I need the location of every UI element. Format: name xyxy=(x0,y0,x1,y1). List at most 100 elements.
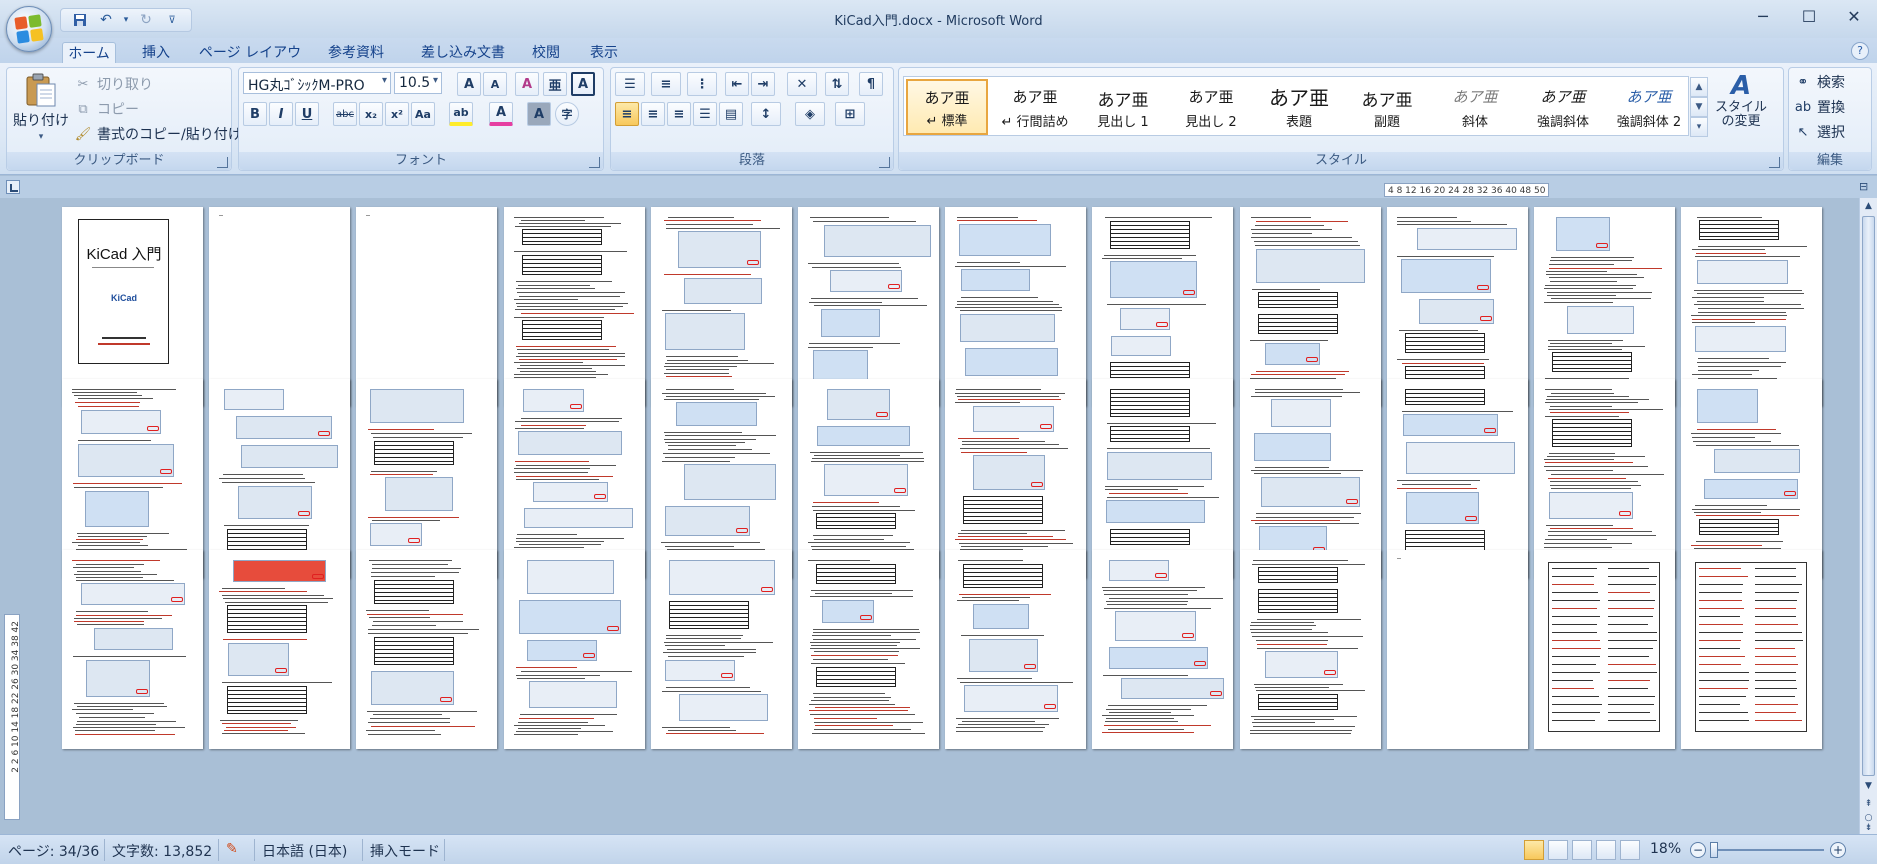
page-thumbnail[interactable] xyxy=(209,378,351,578)
page-thumbnail[interactable] xyxy=(1386,550,1528,749)
close-button[interactable]: ✕ xyxy=(1831,0,1877,32)
line-spacing-button[interactable]: ↕ xyxy=(751,102,781,126)
help-icon[interactable]: ? xyxy=(1851,42,1869,60)
page-thumbnail[interactable] xyxy=(1681,550,1823,749)
tab-insert[interactable]: 挿入 xyxy=(128,42,184,64)
shrink-font-button[interactable]: A xyxy=(483,72,507,96)
change-case-button[interactable]: Aa xyxy=(411,102,435,126)
page-thumbnail[interactable] xyxy=(1386,378,1528,578)
increase-indent-button[interactable]: ⇥ xyxy=(751,72,775,96)
change-styles-button[interactable]: A スタイルの変更 xyxy=(1714,71,1768,129)
page-thumbnail[interactable] xyxy=(650,378,792,578)
view-ruler-icon[interactable]: ⊟ xyxy=(1859,180,1873,194)
copy-button[interactable]: ⧉ コピー xyxy=(73,99,139,119)
page-thumbnail[interactable] xyxy=(1239,550,1381,749)
numbering-button[interactable]: ≡ xyxy=(651,72,681,96)
page-thumbnail[interactable]: KiCad 入門 KiCad xyxy=(62,207,203,406)
zoom-out-icon[interactable]: − xyxy=(1690,842,1706,858)
format-painter-button[interactable]: 🖌 書式のコピー/貼り付け xyxy=(73,124,242,144)
page-thumbnail[interactable] xyxy=(209,207,351,406)
save-icon[interactable] xyxy=(69,10,91,30)
enclose-characters-button[interactable]: 字 xyxy=(555,102,579,126)
underline-button[interactable]: U xyxy=(295,102,319,126)
zoom-slider-thumb[interactable] xyxy=(1710,842,1718,858)
page-thumbnail[interactable] xyxy=(209,550,351,749)
superscript-button[interactable]: x² xyxy=(385,102,409,126)
replace-button[interactable]: ab 置換 xyxy=(1793,97,1845,117)
font-name-select[interactable]: HG丸ｺﾞｼｯｸM-PRO xyxy=(243,72,391,94)
align-center-button[interactable]: ≡ xyxy=(641,102,665,126)
page-thumbnail[interactable] xyxy=(62,378,203,578)
scroll-down-icon[interactable]: ▼ xyxy=(1861,778,1876,794)
highlight-button[interactable]: ab xyxy=(449,102,473,126)
align-right-button[interactable]: ≡ xyxy=(667,102,691,126)
page-thumbnail[interactable] xyxy=(62,550,203,749)
print-layout-view-icon[interactable] xyxy=(1524,840,1544,860)
vertical-scrollbar[interactable]: ▲ ▼ ⇞ ○ ⇟ xyxy=(1859,198,1877,834)
style-heading-2[interactable]: あア亜 見出し 2 xyxy=(1170,79,1252,135)
page-thumbnail[interactable] xyxy=(356,550,498,749)
page-thumbnail[interactable] xyxy=(1092,378,1234,578)
decrease-indent-button[interactable]: ⇤ xyxy=(725,72,749,96)
subscript-button[interactable]: x₂ xyxy=(359,102,383,126)
page-thumbnail[interactable] xyxy=(945,550,1087,749)
page-thumbnail[interactable] xyxy=(1386,207,1528,406)
page-thumbnail[interactable] xyxy=(1681,378,1823,578)
gallery-down-icon[interactable]: ▼ xyxy=(1690,97,1708,117)
page-thumbnail[interactable] xyxy=(650,207,792,406)
page-thumbnail[interactable] xyxy=(1534,207,1675,406)
word-count[interactable]: 文字数: 13,852 xyxy=(112,841,212,861)
borders-button[interactable]: ⊞ xyxy=(835,102,865,126)
full-screen-reading-view-icon[interactable] xyxy=(1548,840,1568,860)
paste-button[interactable]: 貼り付け ▾ xyxy=(13,72,69,142)
tab-selector-icon[interactable] xyxy=(6,180,20,194)
tab-mailings[interactable]: 差し込み文書 xyxy=(408,42,518,64)
character-border-button[interactable]: A xyxy=(571,72,595,96)
undo-dropdown-icon[interactable]: ▾ xyxy=(121,10,131,30)
character-shading-button[interactable]: A xyxy=(527,102,551,126)
redo-icon[interactable]: ↻ xyxy=(135,10,157,30)
shading-button[interactable]: ◈ xyxy=(795,102,825,126)
zoom-level[interactable]: 18% xyxy=(1650,841,1681,857)
align-left-button[interactable]: ≡ xyxy=(615,102,639,126)
tab-references[interactable]: 参考資料 xyxy=(318,42,394,64)
tab-view[interactable]: 表示 xyxy=(580,42,628,64)
page-thumbnail[interactable] xyxy=(1092,550,1234,749)
sort-button[interactable]: ⇅ xyxy=(825,72,849,96)
page-thumbnail[interactable] xyxy=(798,378,939,578)
italic-button[interactable]: I xyxy=(269,102,293,126)
justify-button[interactable]: ☰ xyxy=(693,102,717,126)
grow-font-button[interactable]: A xyxy=(457,72,481,96)
page-thumbnail[interactable] xyxy=(1681,207,1823,406)
page-thumbnail[interactable] xyxy=(503,207,645,406)
insert-mode-indicator[interactable]: 挿入モード xyxy=(370,841,440,861)
page-thumbnail[interactable] xyxy=(650,550,792,749)
style-no-spacing[interactable]: あア亜 ↵ 行間詰め xyxy=(994,79,1076,135)
paragraph-launcher-icon[interactable] xyxy=(879,157,890,168)
page-thumbnail[interactable] xyxy=(945,207,1087,406)
font-color-button[interactable]: A xyxy=(489,102,513,126)
page-thumbnail[interactable] xyxy=(945,378,1087,578)
customize-qat-icon[interactable]: ⊽ xyxy=(161,10,183,30)
page-thumbnail[interactable] xyxy=(1534,550,1675,749)
zoom-slider[interactable] xyxy=(1714,849,1824,851)
phonetic-guide-button[interactable]: 亜 xyxy=(543,72,567,96)
language-indicator[interactable]: 日本語 (日本) xyxy=(262,841,347,861)
clear-formatting-button[interactable]: A xyxy=(515,72,539,96)
scroll-up-icon[interactable]: ▲ xyxy=(1861,198,1876,214)
page-thumbnail[interactable] xyxy=(1239,378,1381,578)
page-thumbnail[interactable] xyxy=(356,378,498,578)
style-normal[interactable]: あア亜 ↵ 標準 xyxy=(906,79,988,135)
page-thumbnail[interactable] xyxy=(798,207,939,406)
page-thumbnail[interactable] xyxy=(1534,378,1675,578)
style-intense-emphasis[interactable]: あア亜 強調斜体 2 xyxy=(1610,79,1688,135)
page-thumbnail[interactable] xyxy=(503,550,645,749)
horizontal-ruler[interactable]: 4 8 12 16 20 24 28 32 36 40 48 50 xyxy=(1384,183,1550,197)
page-thumbnail[interactable] xyxy=(1239,207,1381,406)
clipboard-launcher-icon[interactable] xyxy=(217,157,228,168)
style-emphasis[interactable]: あア亜 強調斜体 xyxy=(1522,79,1604,135)
select-button[interactable]: ↖ 選択 xyxy=(1793,122,1845,142)
multilevel-list-button[interactable]: ⋮ xyxy=(687,72,717,96)
page-thumbnail[interactable] xyxy=(356,207,498,406)
tab-page-layout[interactable]: ページ レイアウト xyxy=(196,42,304,83)
